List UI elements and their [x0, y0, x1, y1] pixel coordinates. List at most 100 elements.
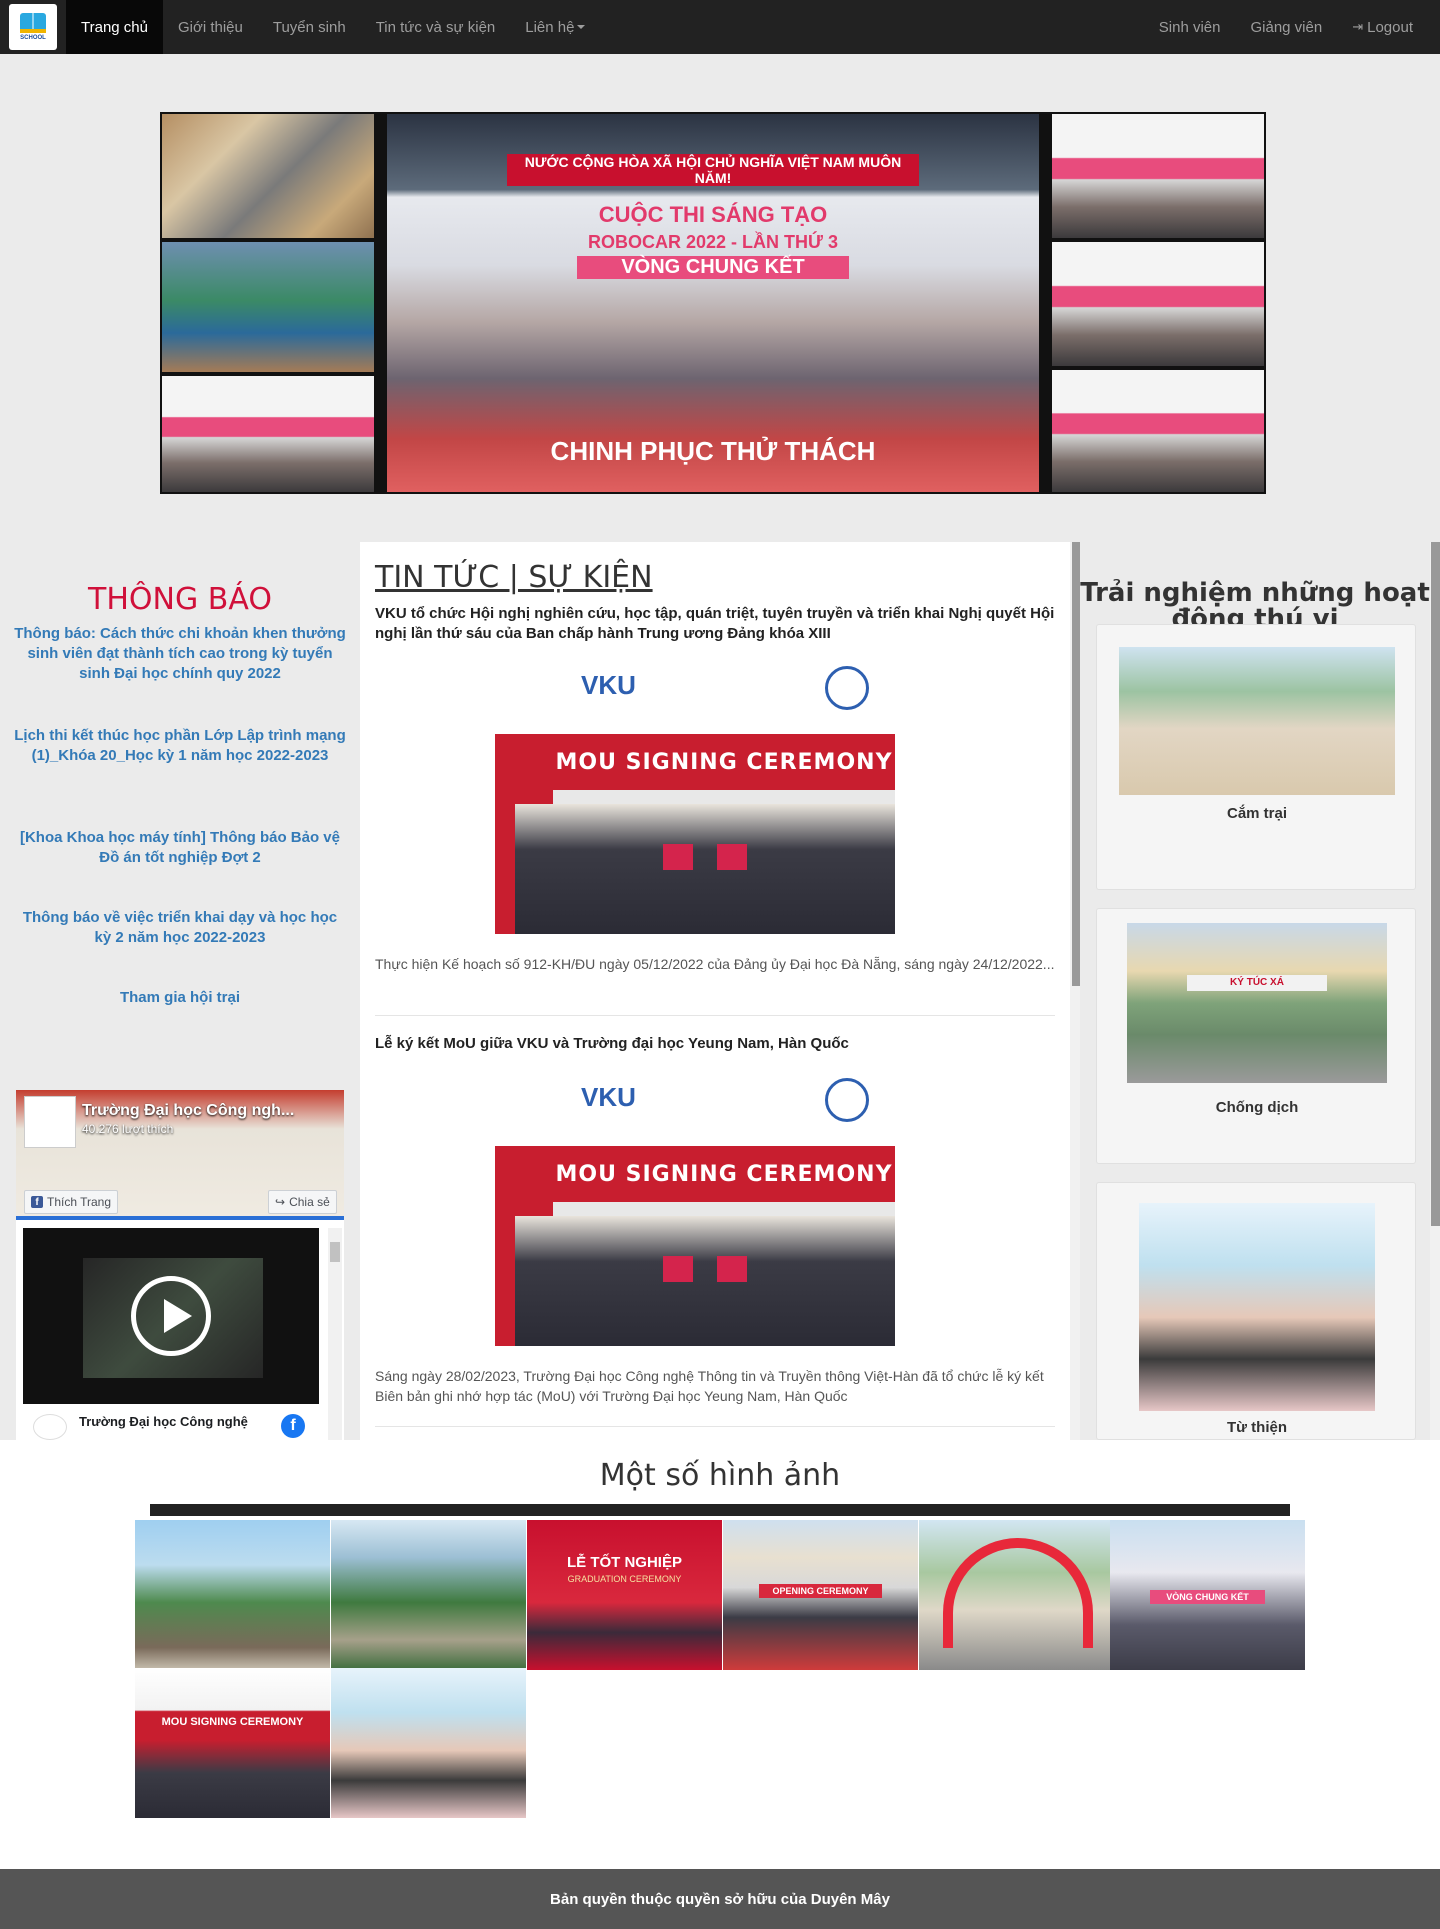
hero-banner-round: VÒNG CHUNG KẾT: [577, 256, 849, 279]
experience-card-label: Chống dịch: [1215, 1099, 1299, 1116]
gallery-photo-arch[interactable]: [919, 1520, 1114, 1670]
experience-card[interactable]: Từ thiện: [1096, 1182, 1416, 1440]
gallery-photo-charity[interactable]: [331, 1668, 526, 1818]
inflatable-arch: [943, 1538, 1093, 1648]
notice-link[interactable]: [Khoa Khoa học máy tính] Thông báo Bảo v…: [14, 828, 346, 868]
folder-icon: [717, 1256, 747, 1282]
fb-page-name[interactable]: Trường Đại học Công ngh...: [82, 1102, 294, 1120]
folder-icon: [717, 844, 747, 870]
graduation-caption: LỄ TỐT NGHIỆP: [566, 1554, 682, 1571]
fb-share-button[interactable]: ↪ Chia sẻ: [268, 1190, 337, 1214]
school-logo-icon[interactable]: SCHOOL: [9, 4, 57, 50]
nav-home[interactable]: Trang chủ: [66, 0, 163, 54]
hero-slogan: CHINH PHỤC THỬ THÁCH: [550, 436, 876, 466]
fb-post-avatar[interactable]: [33, 1414, 67, 1440]
article-title[interactable]: Lễ ký kết MoU giữa VKU và Trường đại học…: [375, 1034, 1065, 1054]
brand-text: SCHOOL: [20, 35, 46, 41]
nav-students[interactable]: Sinh viên: [1144, 0, 1236, 54]
nav-admissions[interactable]: Tuyển sinh: [258, 0, 361, 54]
footer-copyright: Bản quyền thuộc quyền sở hữu của Duyên M…: [550, 1890, 890, 1908]
notice-link[interactable]: Tham gia hội trại: [14, 988, 346, 1008]
nav-home-label: Trang chủ: [81, 18, 148, 36]
fb-share-label: Chia sẻ: [289, 1195, 330, 1209]
dorm-photo: KÝ TÚC XÁ: [1127, 923, 1387, 1083]
hero-photo-main: CUỘC THI SÁNG TẠO ROBOCAR 2022 - LẦN THỨ…: [387, 114, 1039, 492]
caret-down-icon: [577, 25, 586, 29]
experience-card[interactable]: Cắm trại: [1096, 624, 1416, 890]
nav-news-label: Tin tức và sự kiện: [375, 18, 496, 36]
nav-students-label: Sinh viên: [1158, 18, 1221, 36]
fb-strip: [16, 1216, 344, 1220]
nav-admissions-label: Tuyển sinh: [272, 18, 346, 36]
hero-photo-winners-r1: [1052, 114, 1264, 238]
gallery-bar: [150, 1504, 1290, 1516]
gallery-photo-graduation[interactable]: LỄ TỐT NGHIỆP GRADUATION CEREMONY: [527, 1520, 722, 1670]
nav-logout[interactable]: ⇥ Logout: [1337, 0, 1428, 54]
news-scrollbar-thumb[interactable]: [1072, 542, 1080, 986]
charity-photo: [1139, 1203, 1375, 1411]
gallery-photo-campus-statue[interactable]: [135, 1520, 330, 1670]
gallery-title: Một số hình ảnh: [599, 1458, 841, 1493]
mou-banner: MOU SIGNING CEREMONY: [553, 734, 895, 790]
university-seal-icon: [825, 1078, 869, 1122]
experience-scrollbar-thumb[interactable]: [1431, 542, 1440, 1226]
final-caption: VÒNG CHUNG KẾT: [1150, 1590, 1265, 1604]
fb-video[interactable]: [23, 1228, 319, 1404]
article-image[interactable]: VKU MOU SIGNING CEREMONY: [495, 654, 895, 934]
nav-left: Trang chủ Giới thiệu Tuyển sinh Tin tức …: [66, 0, 600, 54]
experience-card[interactable]: KÝ TÚC XÁ Chống dịch: [1096, 908, 1416, 1164]
news-panel: TIN TỨC | SỰ KIỆN VKU tổ chức Hội nghị n…: [360, 542, 1070, 1440]
hero-banner-line: CUỘC THI SÁNG TẠO: [598, 202, 828, 227]
nav-contact-dropdown[interactable]: Liên hệ: [510, 0, 600, 54]
fb-like-page-button[interactable]: f Thích Trang: [24, 1190, 119, 1214]
fb-post-page-name[interactable]: Trường Đại học Công nghệ: [79, 1414, 248, 1429]
experience-card-label: Cắm trại: [1226, 805, 1288, 822]
nav-lecturers-label: Giảng viên: [1250, 18, 1323, 36]
gallery-photo-mou[interactable]: MOU SIGNING CEREMONY: [135, 1668, 330, 1818]
hero-banner-sub: ROBOCAR 2022 - LẦN THỨ 3: [588, 232, 838, 252]
nav-news[interactable]: Tin tức và sự kiện: [361, 0, 511, 54]
facebook-icon[interactable]: f: [281, 1414, 305, 1438]
fb-page-logo[interactable]: [24, 1096, 76, 1148]
nav-contact-label: Liên hệ: [525, 18, 575, 36]
nav-about-label: Giới thiệu: [177, 18, 243, 36]
dorm-sign: KÝ TÚC XÁ: [1187, 975, 1327, 991]
brand[interactable]: SCHOOL: [0, 0, 66, 54]
notice-link[interactable]: Thông báo: Cách thức chi khoản khen thưở…: [14, 624, 346, 684]
fb-scrollbar-thumb[interactable]: [330, 1242, 340, 1262]
graduation-sub-caption: GRADUATION CEREMONY: [567, 1574, 682, 1584]
navbar: SCHOOL Trang chủ Giới thiệu Tuyển sinh T…: [0, 0, 1440, 54]
fb-cover-photo[interactable]: Trường Đại học Công ngh... 40.276 lượt t…: [16, 1090, 344, 1220]
facebook-page-plugin: Trường Đại học Công ngh... 40.276 lượt t…: [16, 1090, 344, 1440]
opening-caption: OPENING CEREMONY: [759, 1584, 882, 1598]
fb-page-likes: 40.276 lượt thích: [82, 1122, 174, 1136]
mou-banner: MOU SIGNING CEREMONY: [553, 1146, 895, 1202]
mou-caption: MOU SIGNING CEREMONY: [161, 1716, 304, 1728]
notice-title: THÔNG BÁO: [88, 582, 272, 617]
folder-icon: [663, 844, 693, 870]
gallery-photo-opening[interactable]: OPENING CEREMONY: [723, 1520, 918, 1670]
gallery-photo-final[interactable]: VÒNG CHUNG KẾT: [1110, 1520, 1305, 1670]
nav-lecturers[interactable]: Giảng viên: [1235, 0, 1337, 54]
footer: Bản quyền thuộc quyền sở hữu của Duyên M…: [0, 1869, 1440, 1929]
notice-link[interactable]: Lịch thi kết thúc học phần Lớp Lập trình…: [14, 726, 346, 766]
article-description: Sáng ngày 28/02/2023, Trường Đại học Côn…: [375, 1368, 1044, 1404]
notice-link[interactable]: Thông báo về việc triển khai dạy và học …: [14, 908, 346, 948]
nav-logout-label: Logout: [1367, 18, 1413, 36]
nav-about[interactable]: Giới thiệu: [163, 0, 258, 54]
fb-like-label: Thích Trang: [47, 1195, 112, 1209]
play-icon[interactable]: [131, 1276, 211, 1356]
experience-panel: Trải nghiệm những hoạt động thú vị Cắm t…: [1080, 542, 1440, 1440]
mou-people: [515, 1216, 895, 1346]
gallery-photo-campus-aerial[interactable]: [331, 1520, 526, 1670]
article-title[interactable]: VKU tổ chức Hội nghị nghiên cứu, học tập…: [375, 604, 1065, 644]
fb-post-header: Trường Đại học Công nghệ f: [23, 1410, 323, 1440]
vku-logo: VKU: [581, 670, 636, 700]
article-description: Thực hiện Kế hoạch số 912-KH/ĐU ngày 05/…: [375, 956, 1055, 972]
gallery-section: Một số hình ảnh LỄ TỐT NGHIỆP GRADUATION…: [0, 1440, 1440, 1869]
share-icon: ↪: [275, 1195, 286, 1209]
news-heading: TIN TỨC | SỰ KIỆN: [375, 560, 653, 595]
article-image[interactable]: VKU MOU SIGNING CEREMONY: [495, 1066, 895, 1346]
fb-scrollbar[interactable]: [328, 1228, 342, 1440]
hero-photo-winners-r2: [1052, 242, 1264, 366]
